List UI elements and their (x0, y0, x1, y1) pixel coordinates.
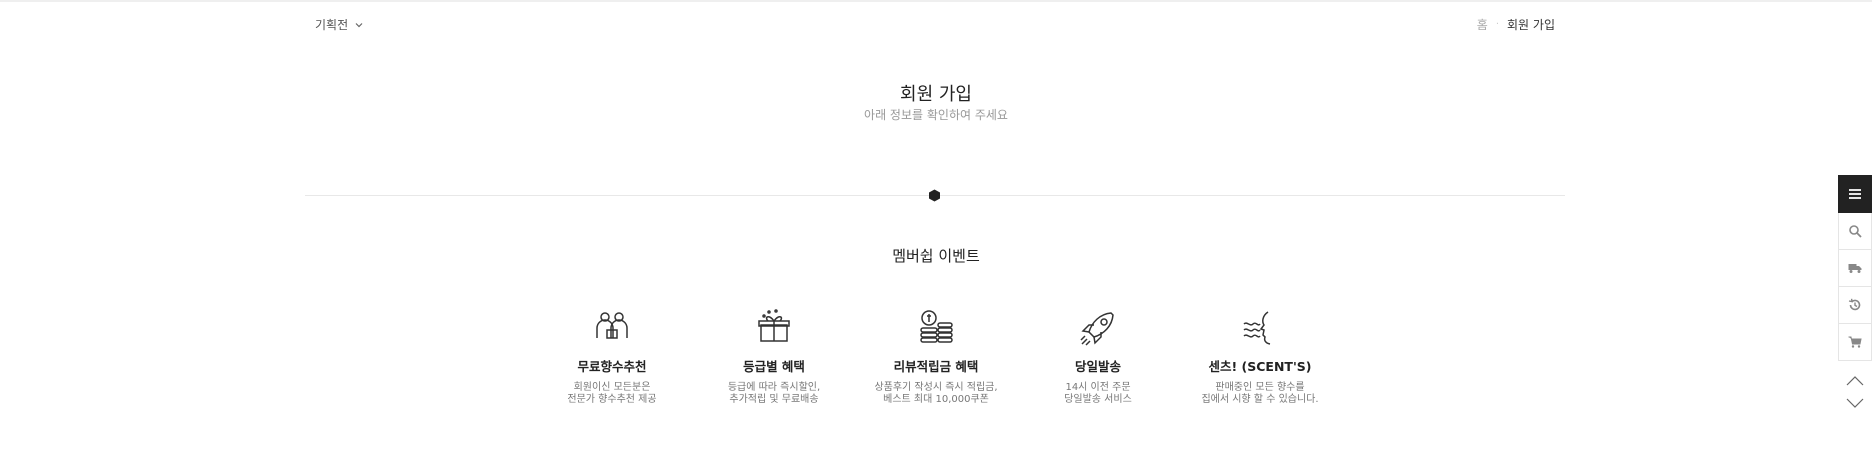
benefit-item-shipping: 당일발송 14시 이전 주문 당일발송 서비스 (1017, 308, 1179, 406)
menu-icon (1849, 188, 1861, 199)
scroll-top-button[interactable] (1838, 370, 1872, 392)
page-title: 회원 가입 (900, 84, 972, 105)
recent-view-button[interactable] (1838, 287, 1872, 324)
benefit-desc-line: 14시 이전 주문 (1065, 382, 1131, 393)
page-subtitle: 아래 정보를 확인하여 주세요 (864, 108, 1008, 122)
breadcrumb-home-link[interactable]: 홈 (1477, 16, 1488, 33)
scent-face-icon (1243, 311, 1271, 345)
breadcrumb-separator: · (1495, 19, 1500, 30)
benefit-desc-line: 회원이신 모든분은 (573, 382, 651, 393)
benefit-title: 무료향수추천 (577, 359, 647, 374)
benefit-item-review: 리뷰적립금 혜택 상품후기 작성시 즉시 적립금, 베스트 최대 10,000쿠… (855, 308, 1017, 406)
benefit-desc: 14시 이전 주문 당일발송 서비스 (1017, 382, 1179, 406)
chevron-down-icon (355, 22, 363, 27)
benefit-desc: 회원이신 모든분은 전문가 향수추천 제공 (531, 382, 693, 406)
history-icon (1848, 298, 1861, 311)
breadcrumb-current: 회원 가입 (1507, 18, 1555, 32)
benefit-list: 무료향수추천 회원이신 모든분은 전문가 향수추천 제공 등급별 혜택 등급에 … (0, 308, 1872, 406)
search-button[interactable] (1838, 213, 1872, 250)
cart-button[interactable] (1838, 324, 1872, 361)
benefit-desc-line: 등급에 따라 즉시할인, (727, 382, 821, 393)
benefit-item-grade: 등급별 혜택 등급에 따라 즉시할인, 추가적립 및 무료배송 (693, 308, 855, 406)
scroll-buttons (1838, 370, 1872, 414)
chevron-up-icon (1846, 376, 1864, 386)
benefit-desc: 판매중인 모든 향수를 집에서 시향 할 수 있습니다. (1179, 382, 1341, 406)
hexagon-icon (929, 189, 940, 202)
chevron-down-icon (1846, 398, 1864, 408)
membership-title: 멤버쉽 이벤트 (892, 247, 980, 265)
benefit-desc: 상품후기 작성시 즉시 적립금, 베스트 최대 10,000쿠폰 (855, 382, 1017, 406)
benefit-desc-line: 상품후기 작성시 즉시 적립금, (874, 382, 998, 393)
quick-menu-bar (1838, 175, 1872, 361)
category-label: 기획전 (315, 18, 349, 32)
benefit-title: 당일발송 (1074, 359, 1121, 374)
rocket-icon (1080, 312, 1114, 346)
gift-box-icon (758, 309, 790, 342)
search-icon (1849, 225, 1862, 238)
benefit-desc-line: 판매중인 모든 향수를 (1215, 382, 1305, 393)
benefit-desc-line: 전문가 향수추천 제공 (567, 394, 657, 405)
delivery-button[interactable] (1838, 250, 1872, 287)
breadcrumb: 홈 · 회원 가입 (1477, 16, 1555, 33)
cart-icon (1848, 336, 1862, 348)
benefit-title: 리뷰적립금 혜택 (893, 359, 979, 374)
top-border (0, 0, 1872, 2)
benefit-desc-line: 당일발송 서비스 (1064, 394, 1132, 405)
benefit-desc: 등급에 따라 즉시할인, 추가적립 및 무료배송 (693, 382, 855, 406)
benefit-desc-line: 베스트 최대 10,000쿠폰 (883, 394, 989, 405)
benefit-desc-line: 추가적립 및 무료배송 (729, 394, 819, 405)
benefit-item-recommend: 무료향수추천 회원이신 모든분은 전문가 향수추천 제공 (531, 308, 693, 406)
menu-button[interactable] (1838, 175, 1872, 213)
benefit-title: 센츠! (SCENT'S) (1208, 359, 1312, 374)
scroll-bottom-button[interactable] (1838, 392, 1872, 414)
benefit-title: 등급별 혜택 (743, 359, 805, 374)
benefit-item-scent: 센츠! (SCENT'S) 판매중인 모든 향수를 집에서 시향 할 수 있습니… (1179, 308, 1341, 406)
coins-icon (920, 310, 953, 343)
truck-icon (1848, 264, 1862, 273)
people-icon (596, 312, 628, 339)
benefit-desc-line: 집에서 시향 할 수 있습니다. (1201, 394, 1319, 405)
category-dropdown[interactable]: 기획전 (315, 16, 364, 33)
breadcrumb-bar: 기획전 홈 · 회원 가입 (315, 16, 1555, 38)
